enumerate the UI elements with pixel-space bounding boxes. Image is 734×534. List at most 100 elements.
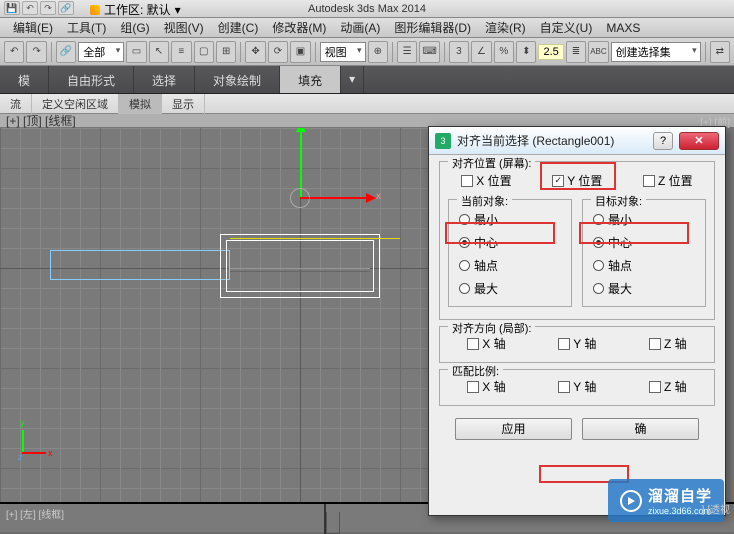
radio-icon — [593, 283, 604, 294]
spinner-snap-icon[interactable]: ⬍ — [516, 41, 536, 63]
move-icon[interactable]: ✥ — [245, 41, 265, 63]
ribbon-tab-freeform[interactable]: 自由形式 — [49, 66, 134, 93]
menu-render[interactable]: 渲染(R) — [478, 17, 533, 38]
pivot-icon[interactable]: ⊕ — [368, 41, 388, 63]
radio-current-center[interactable]: 中心 — [459, 231, 561, 254]
manip-icon[interactable]: ☰ — [397, 41, 417, 63]
help-button[interactable]: ? — [653, 132, 673, 150]
qat-link-icon[interactable]: 🔗 — [58, 1, 74, 15]
menu-animation[interactable]: 动画(A) — [333, 17, 387, 38]
subtab-simulate[interactable]: 模拟 — [119, 94, 162, 114]
rotate-icon[interactable]: ⟳ — [268, 41, 288, 63]
viewport-label-left[interactable]: [+] [左] [线框] — [6, 506, 64, 521]
gizmo-x-label: x — [376, 191, 381, 202]
viewport-label-top[interactable]: [+] [顶] [线框] — [6, 112, 76, 129]
window-crossing-icon[interactable]: ⊞ — [216, 41, 236, 63]
mirror-icon[interactable]: ⇄ — [710, 41, 730, 63]
link-icon[interactable]: 🔗 — [56, 41, 76, 63]
radio-icon — [459, 237, 470, 248]
gizmo-x-axis[interactable] — [300, 197, 370, 199]
abc-icon[interactable]: ABC — [588, 41, 608, 63]
menu-create[interactable]: 创建(C) — [211, 17, 266, 38]
check-x-position[interactable]: X 位置 — [461, 172, 511, 189]
subtab-flow[interactable]: 流 — [0, 94, 32, 114]
menu-modifiers[interactable]: 修改器(M) — [265, 17, 333, 38]
qat-redo-icon[interactable]: ↷ — [40, 1, 56, 15]
radio-target-max[interactable]: 最大 — [593, 277, 695, 300]
menu-edit[interactable]: 编辑(E) — [6, 17, 60, 38]
ribbon-tab-modeling[interactable]: 模 — [0, 66, 49, 93]
cursor-icon[interactable]: ↖ — [149, 41, 169, 63]
select-rect-icon[interactable]: ▢ — [194, 41, 214, 63]
select-icon[interactable]: ▭ — [126, 41, 146, 63]
check-label: X 位置 — [476, 172, 511, 189]
axis-tripod: y x z — [14, 422, 54, 462]
menu-customize[interactable]: 自定义(U) — [533, 17, 600, 38]
radio-target-center[interactable]: 中心 — [593, 231, 695, 254]
workspace-switcher[interactable]: 工作区: 默认 ▾ — [90, 1, 181, 18]
sub-ribbon: 流 定义空闲区域 模拟 显示 — [0, 94, 734, 114]
menu-bar: 编辑(E) 工具(T) 组(G) 视图(V) 创建(C) 修改器(M) 动画(A… — [0, 18, 734, 38]
check-orient-z[interactable]: Z 轴 — [649, 335, 687, 352]
check-orient-y[interactable]: Y 轴 — [558, 335, 596, 352]
tripod-y-label: y — [20, 418, 25, 428]
check-orient-x[interactable]: X 轴 — [467, 335, 505, 352]
check-y-position[interactable]: ✓ Y 位置 — [552, 172, 602, 189]
highlight-edge — [230, 238, 400, 239]
ribbon-expand-icon[interactable]: ▾ — [341, 66, 364, 93]
check-z-position[interactable]: Z 位置 — [643, 172, 693, 189]
check-scale-x[interactable]: X 轴 — [467, 378, 505, 395]
radio-target-min[interactable]: 最小 — [593, 208, 695, 231]
close-button[interactable]: ✕ — [679, 132, 719, 150]
qat-undo-icon[interactable]: ↶ — [22, 1, 38, 15]
check-scale-y[interactable]: Y 轴 — [558, 378, 596, 395]
frame-label[interactable]: 2.5 — [538, 44, 563, 60]
object-selected[interactable] — [50, 250, 230, 280]
snap-icon[interactable]: 3 — [449, 41, 469, 63]
selectionset-combo[interactable]: 创建选择集 — [611, 42, 701, 62]
menu-graph[interactable]: 图形编辑器(D) — [387, 17, 478, 38]
workspace-label: 工作区: 默认 — [104, 1, 171, 18]
subtab-idle[interactable]: 定义空闲区域 — [32, 94, 119, 114]
asnap-icon[interactable]: ∠ — [471, 41, 491, 63]
quick-access-toolbar: 💾 ↶ ↷ 🔗 — [0, 0, 78, 16]
radio-current-pivot[interactable]: 轴点 — [459, 254, 561, 277]
select-name-icon[interactable]: ≡ — [171, 41, 191, 63]
dialog-titlebar[interactable]: 3 对齐当前选择 (Rectangle001) ? ✕ — [429, 127, 725, 155]
ok-button[interactable]: 确 — [582, 418, 699, 440]
check-scale-z[interactable]: Z 轴 — [649, 378, 687, 395]
redo-icon[interactable]: ↷ — [26, 41, 46, 63]
radio-icon — [459, 260, 470, 271]
menu-view[interactable]: 视图(V) — [157, 17, 211, 38]
ribbon-tab-objpaint[interactable]: 对象绘制 — [195, 66, 280, 93]
subgroup-target: 目标对象: 最小 中心 轴点 最大 — [582, 199, 706, 307]
radio-current-min[interactable]: 最小 — [459, 208, 561, 231]
psnap-icon[interactable]: % — [494, 41, 514, 63]
apply-button[interactable]: 应用 — [455, 418, 572, 440]
refcoord-combo[interactable]: 视图 — [320, 42, 366, 62]
check-label: Y 轴 — [573, 378, 596, 395]
filter-combo[interactable]: 全部 — [78, 42, 124, 62]
radio-label: 轴点 — [608, 257, 632, 274]
check-label: X 轴 — [482, 378, 505, 395]
ribbon-tab-populate[interactable]: 填充 — [280, 66, 341, 93]
radio-target-pivot[interactable]: 轴点 — [593, 254, 695, 277]
scale-icon[interactable]: ▣ — [290, 41, 310, 63]
check-label: Z 轴 — [664, 335, 687, 352]
radio-label: 最小 — [608, 211, 632, 228]
menu-tools[interactable]: 工具(T) — [60, 17, 113, 38]
keymode-icon[interactable]: ⌨ — [419, 41, 439, 63]
viewport-label-persp[interactable]: ] [透视 — [702, 501, 730, 516]
subtab-display[interactable]: 显示 — [162, 94, 205, 114]
object-rectangle-inner[interactable] — [226, 240, 374, 292]
nameselset-icon[interactable]: ≣ — [566, 41, 586, 63]
radio-current-max[interactable]: 最大 — [459, 277, 561, 300]
qat-save-icon[interactable]: 💾 — [4, 1, 20, 15]
ribbon-tab-selection[interactable]: 选择 — [134, 66, 195, 93]
checkbox-icon — [467, 338, 479, 350]
dialog-body: 对齐位置 (屏幕): X 位置 ✓ Y 位置 Z 位置 — [429, 155, 725, 452]
undo-icon[interactable]: ↶ — [4, 41, 24, 63]
menu-group[interactable]: 组(G) — [113, 17, 156, 38]
menu-maxscript[interactable]: MAXS — [599, 19, 647, 37]
gizmo-origin[interactable] — [290, 188, 310, 208]
